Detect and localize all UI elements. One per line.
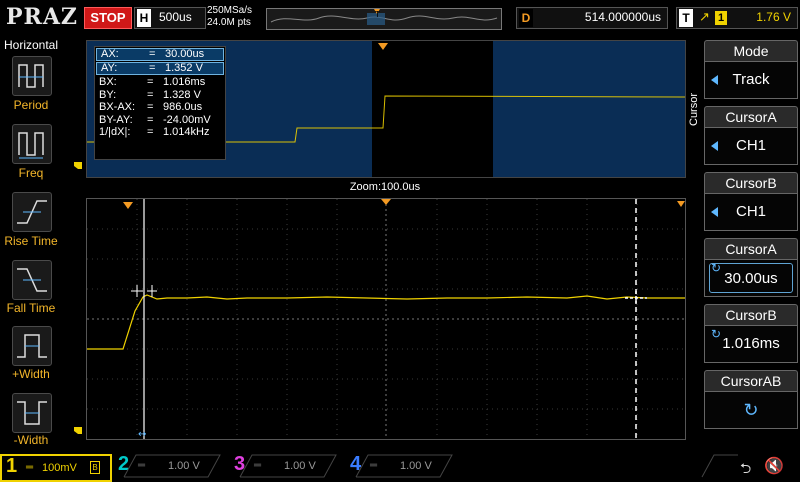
svg-text:T: T bbox=[374, 10, 380, 19]
horizontal-key-label: H bbox=[137, 9, 151, 27]
channel-1-scale: 100mV bbox=[42, 462, 77, 474]
channel-1-number: 1 bbox=[6, 455, 18, 477]
cursor-b-source-heading: CursorB bbox=[704, 172, 798, 193]
negative-width-icon bbox=[17, 401, 47, 425]
mode-heading: Mode bbox=[704, 40, 798, 61]
channel-2-tab[interactable]: 2 ═ 1.00 V bbox=[114, 453, 222, 478]
cursor-menu-side-label: Cursor bbox=[688, 92, 700, 126]
svg-text:↔: ↔ bbox=[138, 429, 146, 439]
usb-icon: ⮌ bbox=[740, 460, 752, 476]
grid-and-trace: ↔ bbox=[87, 199, 685, 439]
cursor-a-position-menu-item[interactable]: CursorA 30.00us ↻ bbox=[704, 238, 798, 297]
bandwidth-limit-icon: B bbox=[90, 461, 100, 474]
knob-icon: ↻ bbox=[711, 261, 722, 275]
cursor-a-source-box[interactable]: CH1 bbox=[704, 127, 798, 165]
positive-width-label: +Width bbox=[12, 367, 50, 381]
left-arrow-icon bbox=[711, 75, 718, 85]
mode-value: Track bbox=[732, 71, 770, 88]
measure-menu-title: Horizontal bbox=[3, 38, 59, 52]
brand-logo: PRAZ bbox=[6, 4, 78, 30]
channel-2-tab-frame bbox=[123, 454, 221, 478]
fall-time-button[interactable] bbox=[12, 260, 52, 300]
channel-3-tab[interactable]: 3 ═ 1.00 V bbox=[230, 453, 338, 478]
measure-row-ay: AY: = 1.352 V bbox=[96, 62, 224, 75]
cursor-ab-menu-item[interactable]: CursorAB ↻ bbox=[704, 370, 798, 429]
measure-row-bx-ax: BX-AX: = 986.0us bbox=[99, 101, 203, 113]
period-icon bbox=[18, 64, 44, 88]
zoom-scale-label: Zoom:100.0us bbox=[349, 181, 421, 193]
acquisition-info: 250MSa/s 24.0M pts bbox=[207, 5, 267, 31]
dc-coupling-icon: ═ bbox=[26, 462, 34, 473]
measure-row-freq: 1/|dX|: = 1.014kHz bbox=[99, 126, 210, 138]
memory-waveform-icon: T bbox=[270, 9, 498, 25]
mode-value-box[interactable]: Track bbox=[704, 61, 798, 99]
positive-width-button[interactable] bbox=[12, 326, 52, 366]
timebase-value: 500us bbox=[159, 10, 192, 24]
trigger-level: 1.76 V bbox=[756, 10, 791, 24]
ch1-ground-marker-overview bbox=[74, 162, 82, 169]
channel-4-tab-frame bbox=[355, 454, 453, 478]
negative-width-label: -Width bbox=[13, 433, 49, 447]
cursor-a-position-value: 30.00us bbox=[724, 270, 778, 287]
memory-depth: 24.0M pts bbox=[207, 17, 251, 28]
ch1-ground-marker-main bbox=[74, 427, 82, 434]
rise-time-button[interactable] bbox=[12, 192, 52, 232]
mode-menu-item[interactable]: Mode Track bbox=[704, 40, 798, 99]
cursor-a-source-heading: CursorA bbox=[704, 106, 798, 127]
memory-overview-strip[interactable]: T bbox=[266, 8, 502, 30]
measure-row-ax: AX: = 30.00us bbox=[96, 48, 224, 61]
sample-rate: 250MSa/s bbox=[207, 5, 253, 16]
cursor-a-position-box[interactable]: 30.00us ↻ bbox=[704, 259, 798, 297]
main-waveform-screen[interactable]: ↔ bbox=[86, 198, 686, 440]
cursor-a-source-value: CH1 bbox=[735, 137, 766, 154]
channel-1-tab[interactable]: 1 ═ 100mV B bbox=[0, 454, 112, 482]
measure-row-by-ay: BY-AY: = -24.00mV bbox=[99, 113, 211, 126]
timebase-display[interactable]: H 500us bbox=[134, 7, 206, 29]
rising-edge-icon: ↗ bbox=[699, 9, 710, 24]
cursor-a-position-inner: 30.00us bbox=[709, 263, 793, 293]
cursor-b-position-menu-item[interactable]: CursorB ↻ 1.016ms bbox=[704, 304, 798, 363]
fall-time-icon bbox=[17, 268, 47, 292]
negative-width-button[interactable] bbox=[12, 393, 52, 433]
delay-key-label: D bbox=[519, 9, 533, 27]
channel-3-tab-frame bbox=[239, 454, 337, 478]
trigger-key-label: T bbox=[679, 9, 693, 27]
delay-value: 514.000000us bbox=[584, 10, 661, 24]
period-button[interactable] bbox=[12, 56, 52, 96]
period-label: Period bbox=[13, 98, 49, 112]
measure-row-by: BY: = 1.328 V bbox=[99, 88, 201, 101]
measure-row-bx: BX: = 1.016ms bbox=[99, 76, 206, 88]
cursor-measurement-table: AX: = 30.00us AY: = 1.352 V BX: = 1.016ms BY: =… bbox=[94, 46, 226, 160]
cursor-b-source-menu-item[interactable]: CursorB CH1 bbox=[704, 172, 798, 231]
frequency-label: Freq bbox=[18, 166, 44, 180]
speaker-muted-icon[interactable]: 🔇 bbox=[764, 456, 784, 476]
cursor-a-source-menu-item[interactable]: CursorA CH1 bbox=[704, 106, 798, 165]
frequency-icon bbox=[18, 132, 44, 159]
knob-icon: ↻ bbox=[743, 400, 759, 420]
left-arrow-icon bbox=[711, 141, 718, 151]
delay-display[interactable]: D 514.000000us bbox=[516, 7, 668, 29]
channel-4-tab[interactable]: 4 ═ 1.00 V bbox=[346, 453, 454, 478]
cursor-b-source-value: CH1 bbox=[735, 203, 766, 220]
knob-icon: ↻ bbox=[711, 327, 722, 341]
cursor-b-position-box[interactable]: ↻ 1.016ms bbox=[704, 325, 798, 363]
frequency-button[interactable] bbox=[12, 124, 52, 164]
left-arrow-icon bbox=[711, 207, 718, 217]
cursor-ab-box[interactable]: ↻ bbox=[704, 391, 798, 429]
trigger-display[interactable]: T ↗ 1 1.76 V bbox=[676, 7, 798, 29]
rise-time-label: Rise Time bbox=[4, 234, 58, 248]
cursor-ab-heading: CursorAB bbox=[704, 370, 798, 391]
run-stop-indicator[interactable]: STOP bbox=[84, 7, 132, 29]
trigger-channel: 1 bbox=[715, 11, 727, 25]
status-tab-frame bbox=[701, 454, 738, 478]
cursor-b-position-value: 1.016ms bbox=[722, 335, 780, 352]
cursor-b-source-box[interactable]: CH1 bbox=[704, 193, 798, 231]
rise-time-icon bbox=[17, 200, 47, 224]
positive-width-icon bbox=[17, 334, 47, 358]
fall-time-label: Fall Time bbox=[6, 301, 56, 315]
